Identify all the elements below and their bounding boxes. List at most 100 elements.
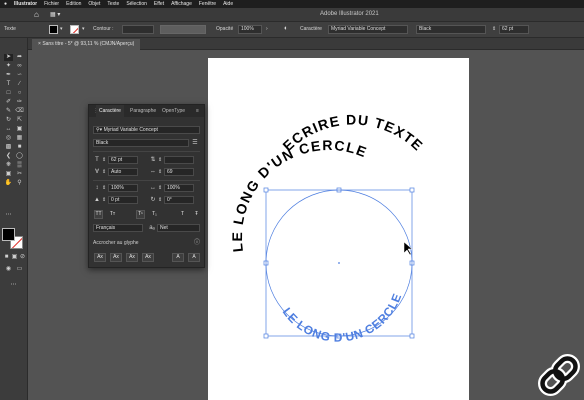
width-tool-icon[interactable]: ↔ [4, 126, 13, 133]
line-tool-icon[interactable]: ∕ [15, 81, 24, 88]
eyedropper-tool-icon[interactable]: ❮ [4, 153, 13, 160]
info-icon[interactable]: ⓘ [193, 239, 201, 247]
drawing-mode-icon[interactable]: ◉ [4, 266, 13, 273]
handle-bottom-left[interactable] [263, 333, 269, 339]
recolor-icon[interactable]: ◐ [284, 25, 288, 32]
mesh-tool-icon[interactable]: ▩ [4, 144, 13, 151]
blend-tool-icon[interactable]: ◯ [15, 153, 24, 160]
tracking-stepper-icon[interactable]: ⇕ [158, 169, 162, 175]
baseline-shift-stepper-icon[interactable]: ⇕ [102, 197, 106, 203]
perspective-grid-tool-icon[interactable]: ▦ [15, 135, 24, 142]
paintbrush-tool-icon[interactable]: ✐ [4, 99, 13, 106]
type-tool-icon[interactable]: T [4, 81, 13, 88]
menu-object[interactable]: Objet [88, 1, 100, 7]
horizontal-scale-stepper-icon[interactable]: ⇕ [158, 185, 162, 191]
fill-dropdown-chevron-icon[interactable]: ▾ [60, 26, 63, 32]
handle-top-right[interactable] [409, 187, 415, 193]
stroke-swatch-none[interactable] [70, 25, 79, 34]
menu-window[interactable]: Fenêtre [199, 1, 216, 7]
opacity-field[interactable]: 100% [238, 25, 262, 34]
rectangle-tool-icon[interactable]: □ [4, 90, 13, 97]
strikethrough-button[interactable]: Ŧ [192, 210, 201, 219]
all-caps-button[interactable]: TT [94, 210, 103, 219]
handle-bottom-right[interactable] [409, 333, 415, 339]
snap-glyph-bounds-button[interactable]: Ax [126, 253, 138, 262]
antialias-select[interactable]: Net [157, 224, 200, 232]
menu-view[interactable]: Affichage [171, 1, 192, 7]
screen-mode-icon[interactable]: ▭ [15, 266, 24, 273]
opacity-label[interactable]: Opacité [216, 26, 233, 32]
zoom-tool-icon[interactable]: ⚲ [15, 180, 24, 187]
tab-paragraphe[interactable]: Paragraphe [127, 105, 159, 117]
apple-menu-icon[interactable]: ● [4, 1, 7, 7]
edit-toolbar-icon[interactable]: ⋯ [9, 282, 18, 289]
symbol-sprayer-tool-icon[interactable]: ❋ [4, 162, 13, 169]
panel-menu-icon[interactable]: ≡ [193, 105, 202, 117]
artboard-tool-icon[interactable]: ▣ [4, 171, 13, 178]
fill-color-box[interactable] [2, 228, 15, 241]
font-style-field[interactable]: Black [416, 25, 486, 34]
none-mode-icon[interactable]: ⊘ [18, 254, 27, 261]
character-label[interactable]: Caractère [300, 26, 322, 32]
font-style-input[interactable]: Black [93, 139, 189, 147]
hand-tool-icon[interactable]: ✋ [4, 180, 13, 187]
document-tab-close-icon[interactable]: × [38, 41, 41, 47]
pen-tool-icon[interactable]: ✒ [4, 72, 13, 79]
snap-anchor-button[interactable]: A [188, 253, 200, 262]
tab-opentype[interactable]: OpenType [159, 105, 188, 117]
stroke-weight-field[interactable] [122, 25, 154, 34]
direct-selection-tool-icon[interactable]: ➦ [15, 54, 24, 61]
tracking-input[interactable]: 69 [164, 168, 194, 176]
font-style-touch-icon[interactable]: ☰ [191, 139, 199, 147]
shaper-tool-icon[interactable]: ✑ [15, 99, 24, 106]
language-select[interactable]: Français [93, 224, 143, 232]
more-tools-icon[interactable]: ⋯ [4, 212, 13, 219]
brush-definition-field[interactable] [160, 25, 206, 34]
fill-swatch[interactable] [49, 25, 58, 34]
superscript-button[interactable]: T¹ [136, 210, 145, 219]
font-family-input[interactable]: ⚲▾ Myriad Variable Concept [93, 126, 200, 134]
menu-select[interactable]: Sélection [126, 1, 147, 7]
lasso-tool-icon[interactable]: ∞ [15, 63, 24, 70]
tab-caractere[interactable]: Caractère [96, 105, 124, 117]
ellipse-tool-icon[interactable]: ○ [15, 90, 24, 97]
menu-file[interactable]: Fichier [44, 1, 59, 7]
stroke-dropdown-chevron-icon[interactable]: ▾ [82, 26, 85, 32]
document-tab[interactable]: × Sans titre - 5* @ 93,11 % (CMJN/Aperçu… [32, 39, 141, 50]
opacity-chevron-icon[interactable]: › [266, 26, 268, 32]
menu-illustrator[interactable]: Illustrator [14, 1, 37, 7]
kerning-stepper-icon[interactable]: ⇕ [102, 169, 106, 175]
menu-help[interactable]: Aide [223, 1, 233, 7]
leading-input[interactable] [164, 156, 194, 164]
snap-x-height-button[interactable]: Ax [110, 253, 122, 262]
subscript-button[interactable]: T₁ [150, 210, 159, 219]
shape-builder-tool-icon[interactable]: ◎ [4, 135, 13, 142]
small-caps-button[interactable]: Tт [108, 210, 117, 219]
column-graph-tool-icon[interactable]: ▒ [15, 162, 24, 169]
vertical-scale-input[interactable]: 100% [108, 184, 138, 192]
workspace-switcher-icon[interactable]: ▦ ▾ [50, 11, 66, 19]
pencil-tool-icon[interactable]: ✎ [4, 108, 13, 115]
kerning-input[interactable]: Auto [108, 168, 138, 176]
snap-proximity-button[interactable]: Ax [142, 253, 154, 262]
font-size-stepper-icon[interactable]: ⇕ [492, 26, 496, 32]
home-icon[interactable]: ⌂ [34, 11, 42, 19]
text-circle-inner[interactable]: LE LONG D'UN CERCLE [280, 291, 405, 344]
free-transform-tool-icon[interactable]: ▣ [15, 126, 24, 133]
snap-angular-button[interactable]: A [172, 253, 184, 262]
horizontal-scale-input[interactable]: 100% [164, 184, 194, 192]
snap-baseline-button[interactable]: Ax [94, 253, 106, 262]
gradient-tool-icon[interactable]: ■ [15, 144, 24, 151]
artboard[interactable]: ECRIRE DU TEXTE LE LONG D'UN CERCLE LE L… [208, 58, 469, 400]
menu-effect[interactable]: Effet [154, 1, 164, 7]
font-family-field[interactable]: Myriad Variable Concept [328, 25, 408, 34]
scale-tool-icon[interactable]: ⇱ [15, 117, 24, 124]
font-size-stepper-icon[interactable]: ⇕ [102, 157, 106, 163]
vertical-scale-stepper-icon[interactable]: ⇕ [102, 185, 106, 191]
menu-type[interactable]: Texte [107, 1, 119, 7]
magic-wand-tool-icon[interactable]: ✦ [4, 63, 13, 70]
rotation-input[interactable]: 0° [164, 196, 194, 204]
rotation-stepper-icon[interactable]: ⇕ [158, 197, 162, 203]
curvature-tool-icon[interactable]: ∽ [15, 72, 24, 79]
underline-button[interactable]: T [178, 210, 187, 219]
